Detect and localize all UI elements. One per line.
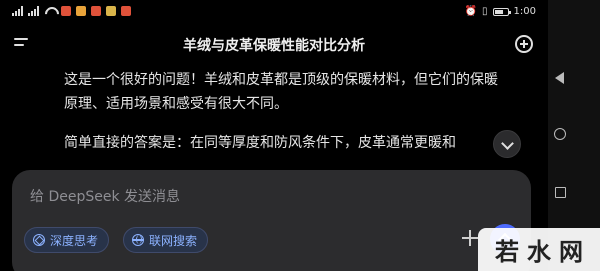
status-bar: ⏰ ▯ 1:00 (0, 0, 548, 26)
web-search-button[interactable]: 联网搜索 (123, 227, 209, 253)
message-input[interactable]: 给 DeepSeek 发送消息 (30, 186, 180, 206)
message-composer: 给 DeepSeek 发送消息 深度思考 联网搜索 (12, 170, 531, 271)
deep-think-label: 深度思考 (50, 233, 99, 248)
watermark-char: 网 (559, 237, 583, 266)
app-notification-icon (61, 6, 71, 16)
scroll-to-bottom-button[interactable] (493, 130, 521, 158)
watermark-char: 若 (495, 237, 519, 266)
recent-apps-icon[interactable] (555, 187, 566, 198)
signal-icon-2 (28, 6, 39, 16)
app-header: 羊绒与皮革保暖性能对比分析 (0, 30, 548, 60)
alarm-icon: ⏰ (464, 6, 478, 17)
status-icons-left (12, 6, 131, 16)
message-paragraph: 这是一个很好的问题！羊绒和皮革都是顶级的保暖材料，但它们的保暖原理、适用场景和感… (64, 72, 498, 112)
app-notification-icon (121, 6, 131, 16)
page-title: 羊绒与皮革保暖性能对比分析 (183, 38, 365, 54)
globe-icon (132, 234, 144, 246)
status-icons-right: ⏰ ▯ 1:00 (465, 6, 536, 17)
watermark-char: 水 (527, 237, 551, 266)
deep-think-button[interactable]: 深度思考 (24, 227, 110, 253)
attach-plus-button[interactable] (462, 230, 478, 246)
signal-icon (12, 6, 23, 16)
battery-icon (492, 7, 511, 16)
app-notification-icon (76, 6, 86, 16)
wifi-icon (44, 6, 56, 16)
back-icon[interactable] (555, 72, 564, 84)
vibrate-icon: ▯ (482, 6, 488, 17)
deep-think-icon (33, 234, 45, 246)
chat-message: 这是一个很好的问题！羊绒和皮革都是顶级的保暖材料，但它们的保暖原理、适用场景和感… (64, 68, 504, 170)
status-time: 1:00 (513, 6, 536, 17)
watermark-logo: 若 水 网 (478, 228, 600, 271)
web-search-label: 联网搜索 (149, 233, 198, 248)
message-paragraph: 简单直接的答案是：在同等厚度和防风条件下，皮革通常更暖和 (64, 135, 456, 151)
app-notification-icon (91, 6, 101, 16)
new-chat-icon[interactable] (515, 35, 533, 53)
app-notification-icon (106, 6, 116, 16)
home-icon[interactable] (554, 128, 566, 140)
